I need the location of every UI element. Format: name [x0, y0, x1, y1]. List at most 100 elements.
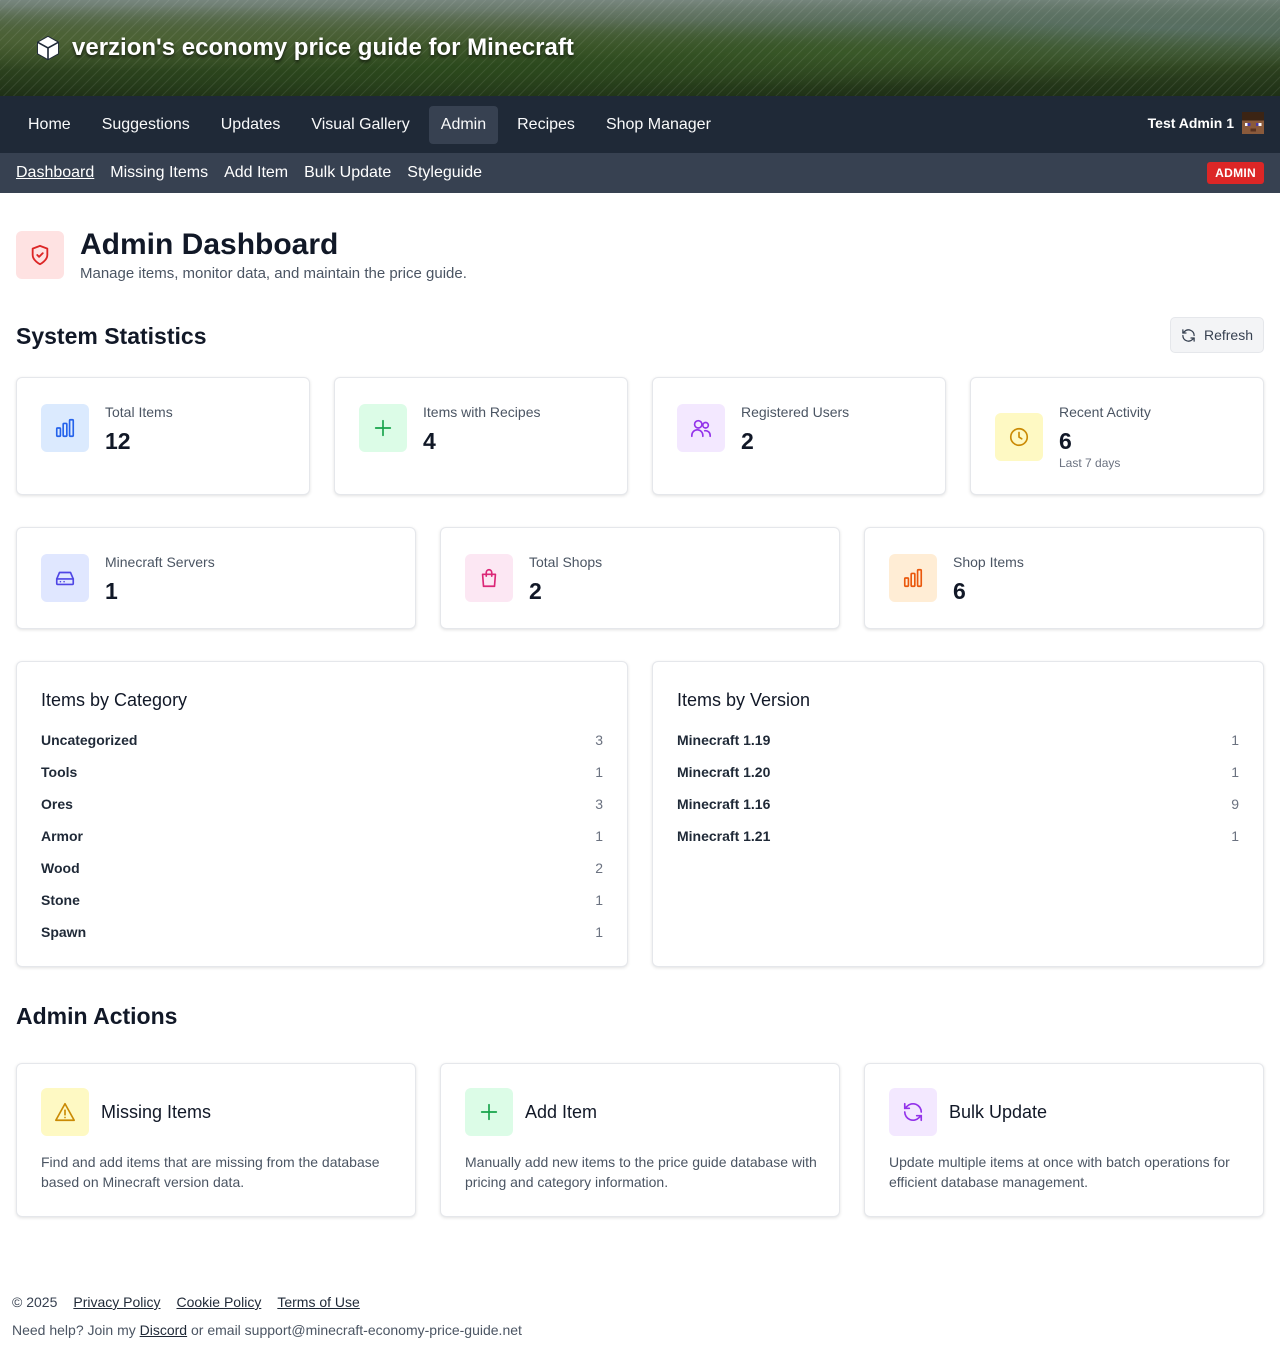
warning-icon	[41, 1088, 89, 1136]
subnav-dashboard[interactable]: Dashboard	[16, 164, 94, 182]
avatar	[1242, 112, 1264, 134]
subnav-missing-items[interactable]: Missing Items	[110, 164, 208, 182]
discord-link[interactable]: Discord	[140, 1322, 187, 1338]
items-by-category-card: Items by Category Uncategorized 3 Tools 1 …	[16, 661, 628, 967]
list-item: Minecraft 1.19 1	[677, 730, 1239, 762]
category-name: Wood	[41, 860, 80, 876]
action-description: Update multiple items at once with batch…	[889, 1154, 1230, 1190]
version-name: Minecraft 1.20	[677, 764, 771, 780]
stat-value: 6	[953, 578, 966, 604]
bar-chart-icon	[889, 554, 937, 602]
category-name: Armor	[41, 828, 84, 844]
list-item: Uncategorized 3	[41, 730, 603, 762]
list-item: Tools 1	[41, 762, 603, 794]
admin-subnav: Dashboard Missing Items Add Item Bulk Up…	[0, 153, 1280, 193]
items-by-version-card: Items by Version Minecraft 1.19 1 Minecra…	[652, 661, 1264, 967]
list-item: Armor 1	[41, 826, 603, 858]
site-brand[interactable]: verzion's economy price guide for Minecr…	[34, 34, 574, 62]
category-name: Stone	[41, 892, 80, 908]
list-item: Minecraft 1.20 1	[677, 762, 1239, 794]
help-prefix: Need help? Join my	[12, 1322, 136, 1338]
subnav-styleguide[interactable]: Styleguide	[407, 164, 482, 182]
user-menu[interactable]: Test Admin 1	[1148, 112, 1264, 134]
stat-card-items-with-recipes: Items with Recipes 4	[334, 377, 628, 495]
cookie-policy-link[interactable]: Cookie Policy	[177, 1294, 262, 1310]
stat-value: 1	[105, 578, 118, 604]
refresh-button[interactable]: Refresh	[1170, 317, 1264, 353]
footer-help: Need help? Join my Discord or email supp…	[12, 1322, 522, 1338]
category-count: 1	[595, 764, 603, 780]
user-name: Test Admin 1	[1147, 115, 1234, 131]
category-count: 1	[595, 924, 603, 940]
action-card-missing-items[interactable]: Missing Items Find and add items that ar…	[16, 1063, 416, 1217]
subnav-bulk-update[interactable]: Bulk Update	[304, 164, 391, 182]
subnav-add-item[interactable]: Add Item	[224, 164, 288, 182]
clock-icon	[995, 413, 1043, 461]
page-header: Admin Dashboard Manage items, monitor da…	[16, 229, 467, 282]
cube-icon	[37, 35, 59, 61]
action-title: Add Item	[525, 1102, 598, 1122]
plus-icon	[359, 404, 407, 452]
list-item: Ores 3	[41, 794, 603, 826]
site-title: verzion's economy price guide for Minecr…	[72, 34, 574, 61]
category-list: Uncategorized 3 Tools 1 Ores 3 Armor 1 Wood 2…	[41, 730, 603, 954]
stat-value: 4	[423, 428, 436, 454]
stat-value: 2	[529, 578, 542, 604]
admin-badge: ADMIN	[1207, 162, 1264, 184]
list-item: Minecraft 1.21 1	[677, 826, 1239, 858]
card-title: Items by Version	[677, 690, 811, 710]
version-count: 1	[1231, 764, 1239, 780]
stat-value: 6	[1059, 428, 1072, 454]
stat-card-total-shops: Total Shops 2	[440, 527, 840, 629]
header-banner: verzion's economy price guide for Minecr…	[0, 0, 1280, 96]
stat-label: Shop Items	[953, 554, 1024, 570]
stat-card-total-items: Total Items 12	[16, 377, 310, 495]
page-subtitle: Manage items, monitor data, and maintain…	[80, 265, 467, 282]
stat-card-recent-activity: Recent Activity 6 Last 7 days	[970, 377, 1264, 495]
footer-links: © 2025 Privacy Policy Cookie Policy Term…	[12, 1294, 360, 1310]
copyright: © 2025	[12, 1294, 58, 1310]
category-count: 3	[595, 732, 603, 748]
help-suffix: or email support@minecraft-economy-price…	[191, 1322, 522, 1338]
category-name: Tools	[41, 764, 78, 780]
category-name: Spawn	[41, 924, 87, 940]
category-name: Uncategorized	[41, 732, 138, 748]
stat-card-minecraft-servers: Minecraft Servers 1	[16, 527, 416, 629]
stat-label: Items with Recipes	[423, 404, 541, 420]
action-description: Manually add new items to the price guid…	[465, 1154, 817, 1190]
list-item: Minecraft 1.16 9	[677, 794, 1239, 826]
shopping-bag-icon	[465, 554, 513, 602]
action-card-bulk-update[interactable]: Bulk Update Update multiple items at onc…	[864, 1063, 1264, 1217]
refresh-icon	[1182, 328, 1195, 342]
nav-recipes[interactable]: Recipes	[505, 106, 587, 144]
terms-of-use-link[interactable]: Terms of Use	[277, 1294, 359, 1310]
main-nav: Home Suggestions Updates Visual Gallery …	[0, 96, 1280, 153]
nav-shop-manager[interactable]: Shop Manager	[594, 106, 723, 144]
action-description: Find and add items that are missing from…	[41, 1154, 380, 1190]
nav-suggestions[interactable]: Suggestions	[90, 106, 202, 144]
version-name: Minecraft 1.21	[677, 828, 771, 844]
nav-visual-gallery[interactable]: Visual Gallery	[299, 106, 421, 144]
stat-label: Minecraft Servers	[105, 554, 215, 570]
nav-admin[interactable]: Admin	[428, 105, 499, 144]
admin-actions-title: Admin Actions	[16, 1003, 178, 1029]
shield-icon	[16, 231, 64, 279]
version-list: Minecraft 1.19 1 Minecraft 1.20 1 Minecraf…	[677, 730, 1239, 858]
version-count: 1	[1231, 732, 1239, 748]
stat-note: Last 7 days	[1059, 456, 1121, 470]
nav-home[interactable]: Home	[16, 106, 83, 144]
action-card-add-item[interactable]: Add Item Manually add new items to the p…	[440, 1063, 840, 1217]
users-icon	[677, 404, 725, 452]
stat-value: 2	[741, 428, 754, 454]
plus-icon	[465, 1088, 513, 1136]
privacy-policy-link[interactable]: Privacy Policy	[73, 1294, 160, 1310]
version-count: 1	[1231, 828, 1239, 844]
category-count: 1	[595, 892, 603, 908]
nav-updates[interactable]: Updates	[209, 106, 293, 144]
action-title: Bulk Update	[949, 1102, 1048, 1122]
category-count: 3	[595, 796, 603, 812]
refresh-label: Refresh	[1203, 327, 1254, 343]
version-count: 9	[1231, 796, 1239, 812]
action-title: Missing Items	[101, 1102, 212, 1122]
category-name: Ores	[41, 796, 73, 812]
